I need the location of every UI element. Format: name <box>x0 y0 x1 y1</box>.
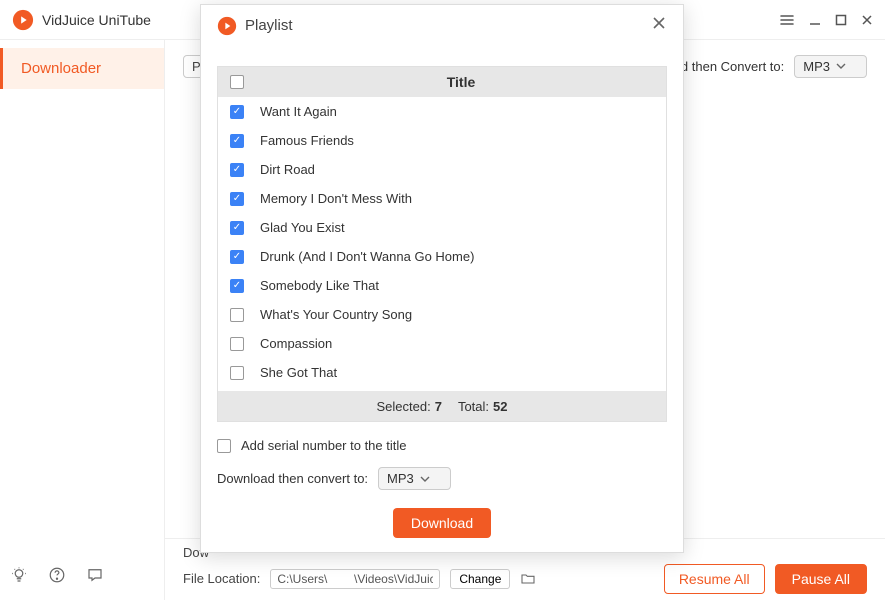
help-icon[interactable] <box>48 566 66 584</box>
minimize-icon[interactable] <box>809 14 821 26</box>
playlist-row[interactable]: Famous Friends <box>218 126 666 155</box>
close-icon[interactable] <box>651 15 667 36</box>
playlist-row[interactable]: Dirt Road <box>218 155 666 184</box>
row-checkbox[interactable] <box>230 279 244 293</box>
chevron-down-icon <box>836 61 846 71</box>
total-count: 52 <box>493 399 507 414</box>
menu-icon[interactable] <box>779 12 795 28</box>
modal-logo-icon <box>217 16 237 36</box>
total-label: Total: <box>458 399 489 414</box>
pause-all-button[interactable]: Pause All <box>775 564 867 594</box>
row-title: Glad You Exist <box>256 220 666 235</box>
row-checkbox[interactable] <box>230 250 244 264</box>
maximize-icon[interactable] <box>835 14 847 26</box>
chat-icon[interactable] <box>86 566 104 584</box>
selected-count: 7 <box>435 399 442 414</box>
playlist-footer: Selected: 7 Total: 52 <box>218 391 666 421</box>
modal-convert-label: Download then convert to: <box>217 471 368 486</box>
modal-lower: Add serial number to the title Download … <box>201 422 683 552</box>
file-location-label: File Location: <box>183 571 260 586</box>
row-title: Famous Friends <box>256 133 666 148</box>
close-icon[interactable] <box>861 14 873 26</box>
playlist-row[interactable]: Drunk (And I Don't Wanna Go Home) <box>218 242 666 271</box>
row-checkbox[interactable] <box>230 366 244 380</box>
row-checkbox[interactable] <box>230 163 244 177</box>
playlist-row[interactable]: Glad You Exist <box>218 213 666 242</box>
download-button[interactable]: Download <box>393 508 491 538</box>
chevron-down-icon <box>420 474 430 484</box>
playlist-header-row: Title <box>218 67 666 97</box>
modal-format-value: MP3 <box>387 471 414 486</box>
file-location-input[interactable] <box>270 569 440 589</box>
resume-all-button[interactable]: Resume All <box>664 564 765 594</box>
serial-checkbox[interactable] <box>217 439 231 453</box>
row-title: Dirt Road <box>256 162 666 177</box>
sidebar-footer-icons <box>0 550 164 600</box>
row-title: What's Your Country Song <box>256 307 666 322</box>
playlist-row[interactable]: Want It Again <box>218 97 666 126</box>
playlist-row[interactable]: Compassion <box>218 329 666 358</box>
row-title: She Got That <box>256 365 666 380</box>
app-logo-icon <box>12 9 34 31</box>
serial-row: Add serial number to the title <box>217 438 667 453</box>
row-title: Somebody Like That <box>256 278 666 293</box>
row-title: Drunk (And I Don't Wanna Go Home) <box>256 249 666 264</box>
serial-label: Add serial number to the title <box>241 438 406 453</box>
modal-title: Playlist <box>245 17 651 34</box>
change-button[interactable]: Change <box>450 569 510 589</box>
playlist-body[interactable]: Want It Again Famous Friends Dirt Road Memo… <box>218 97 666 391</box>
bottom-row-2: File Location: Change Resume All Pause A… <box>183 564 867 594</box>
selected-label: Selected: <box>377 399 431 414</box>
row-checkbox[interactable] <box>230 105 244 119</box>
playlist-modal: Playlist Title Want It Again Famous Frien… <box>200 4 684 553</box>
row-checkbox[interactable] <box>230 337 244 351</box>
sidebar: Downloader <box>0 40 165 600</box>
playlist-row[interactable]: Memory I Don't Mess With <box>218 184 666 213</box>
row-checkbox[interactable] <box>230 308 244 322</box>
lightbulb-icon[interactable] <box>10 566 28 584</box>
select-all-checkbox[interactable] <box>230 75 244 89</box>
modal-convert-row: Download then convert to: MP3 <box>217 467 667 490</box>
open-folder-icon[interactable] <box>520 571 536 587</box>
sidebar-item-downloader[interactable]: Downloader <box>0 48 164 89</box>
modal-header: Playlist <box>201 5 683 42</box>
row-title: Memory I Don't Mess With <box>256 191 666 206</box>
window-controls <box>779 12 873 28</box>
row-checkbox[interactable] <box>230 221 244 235</box>
modal-format-select[interactable]: MP3 <box>378 467 451 490</box>
row-checkbox[interactable] <box>230 134 244 148</box>
playlist-row[interactable]: Somebody Like That <box>218 271 666 300</box>
playlist-row[interactable]: She Got That <box>218 358 666 387</box>
title-column-header: Title <box>256 74 666 90</box>
row-title: Want It Again <box>256 104 666 119</box>
playlist-row[interactable]: What's Your Country Song <box>218 300 666 329</box>
playlist-table: Title Want It Again Famous Friends Dirt Ro… <box>217 66 667 422</box>
convert-format-select[interactable]: MP3 <box>794 55 867 78</box>
row-title: Compassion <box>256 336 666 351</box>
row-checkbox[interactable] <box>230 192 244 206</box>
convert-format-value: MP3 <box>803 59 830 74</box>
